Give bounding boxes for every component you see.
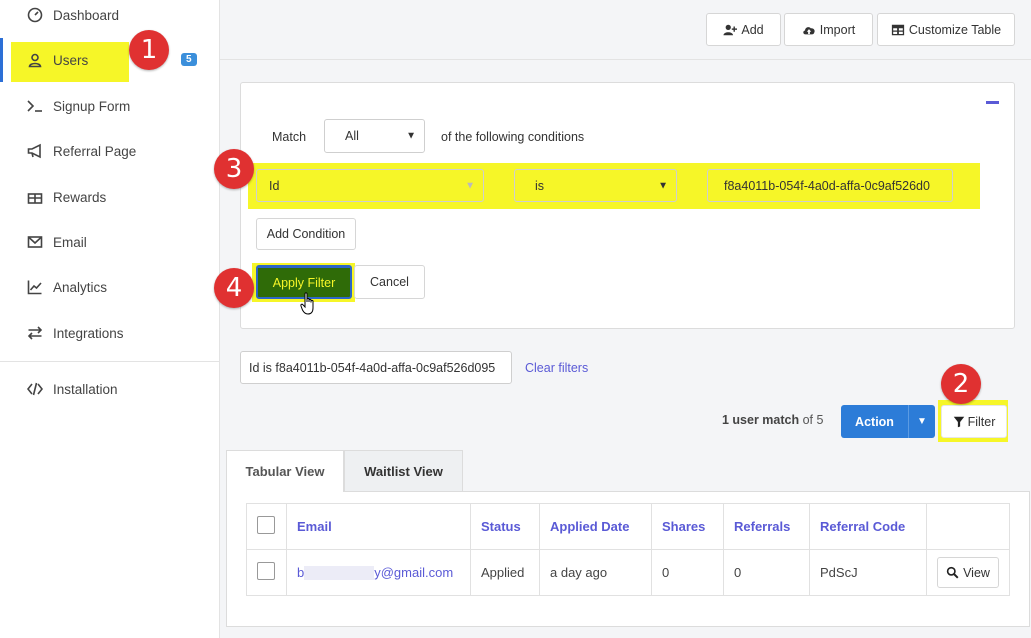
chart-line-icon xyxy=(26,278,44,296)
row-checkbox[interactable] xyxy=(257,562,275,580)
megaphone-icon xyxy=(26,142,44,160)
view-button[interactable]: View xyxy=(937,557,999,588)
sidebar-item-analytics[interactable]: Analytics xyxy=(0,265,219,309)
sidebar-item-email[interactable]: Email xyxy=(0,220,219,264)
sidebar-item-signup-form[interactable]: Signup Form xyxy=(0,84,219,128)
sidebar-item-label: Dashboard xyxy=(53,7,120,23)
condition-value-input[interactable]: f8a4011b-054f-4a0d-affa-0c9af526d0 xyxy=(707,169,953,202)
filter-icon xyxy=(953,416,964,427)
operator-select[interactable]: is ▼ xyxy=(514,169,677,202)
column-header-applied-date[interactable]: Applied Date xyxy=(539,503,652,550)
cloud-upload-icon xyxy=(803,26,815,34)
customize-table-button[interactable]: Customize Table xyxy=(877,13,1015,46)
sidebar: Dashboard Users 5 Signup Form Referral P… xyxy=(0,0,220,638)
table-header-row: Email Status Applied Date Shares Referra… xyxy=(246,503,1010,550)
column-header-email[interactable]: Email xyxy=(286,503,471,550)
chevron-down-icon: ▼ xyxy=(658,180,668,191)
tab-waitlist-view[interactable]: Waitlist View xyxy=(344,450,463,492)
sidebar-item-users[interactable]: Users 5 xyxy=(0,38,219,82)
match-label: Match xyxy=(272,130,307,144)
redacted-block xyxy=(304,566,375,581)
filter-button[interactable]: Filter xyxy=(941,405,1007,438)
user-icon xyxy=(26,51,44,69)
sidebar-item-label: Integrations xyxy=(53,325,124,341)
sidebar-item-dashboard[interactable]: Dashboard xyxy=(0,0,219,37)
dashboard-icon xyxy=(26,6,44,24)
sidebar-item-label: Email xyxy=(53,234,87,250)
sidebar-divider xyxy=(0,361,219,362)
sidebar-item-label: Referral Page xyxy=(53,143,137,159)
match-select[interactable]: All ▼ xyxy=(324,119,425,153)
sidebar-item-label: Analytics xyxy=(53,279,108,295)
sidebar-item-rewards[interactable]: Rewards xyxy=(0,175,219,219)
callout-4: 4 xyxy=(214,268,254,308)
hand-cursor-icon xyxy=(300,292,314,315)
sidebar-item-referral-page[interactable]: Referral Page xyxy=(0,129,219,173)
column-header-referral-code[interactable]: Referral Code xyxy=(809,503,927,550)
callout-2: 2 xyxy=(941,364,981,404)
exchange-icon xyxy=(26,324,44,342)
envelope-icon xyxy=(26,233,44,251)
add-condition-button[interactable]: Add Condition xyxy=(256,218,356,250)
shares-cell: 0 xyxy=(651,549,724,596)
action-dropdown-icon[interactable]: ▼ xyxy=(908,405,935,438)
users-table: Email Status Applied Date Shares Referra… xyxy=(246,503,1010,596)
sidebar-item-integrations[interactable]: Integrations xyxy=(0,311,219,355)
applied-date-cell: a day ago xyxy=(539,549,652,596)
clear-filters-link[interactable]: Clear filters xyxy=(525,361,588,375)
referral-code-cell: PdScJ xyxy=(809,549,927,596)
chevron-down-icon: ▼ xyxy=(465,180,475,191)
add-button[interactable]: Add xyxy=(706,13,781,46)
sidebar-item-label: Installation xyxy=(53,381,118,397)
sidebar-item-label: Signup Form xyxy=(53,98,131,114)
chevron-down-icon: ▼ xyxy=(406,130,416,142)
cancel-button[interactable]: Cancel xyxy=(354,265,425,299)
tab-tabular-view[interactable]: Tabular View xyxy=(226,450,344,492)
search-icon xyxy=(946,566,959,579)
user-plus-icon xyxy=(723,24,738,35)
email-cell[interactable]: b y@gmail.com xyxy=(286,549,471,596)
column-header-referrals[interactable]: Referrals xyxy=(723,503,810,550)
conditions-label: of the following conditions xyxy=(441,130,585,144)
action-button[interactable]: Action ▼ xyxy=(841,405,935,438)
field-select[interactable]: Id ▼ xyxy=(256,169,484,202)
import-button[interactable]: Import xyxy=(784,13,873,46)
match-count: 1 user match of 5 xyxy=(722,413,824,427)
column-header-shares[interactable]: Shares xyxy=(651,503,724,550)
sidebar-item-installation[interactable]: Installation xyxy=(0,367,219,411)
column-header-status[interactable]: Status xyxy=(470,503,540,550)
gift-icon xyxy=(26,188,44,206)
table-icon xyxy=(891,24,905,35)
table-row: b y@gmail.com Applied a day ago 0 0 PdScJ… xyxy=(246,549,1010,596)
code-icon xyxy=(26,380,44,398)
sidebar-item-label: Users xyxy=(53,52,89,68)
callout-3: 3 xyxy=(214,149,254,189)
active-filter-chip[interactable]: Id is f8a4011b-054f-4a0d-affa-0c9af526d0… xyxy=(240,351,512,384)
referrals-cell: 0 xyxy=(723,549,810,596)
sidebar-item-label: Rewards xyxy=(53,189,107,205)
users-count-badge: 5 xyxy=(181,53,197,66)
callout-1: 1 xyxy=(129,30,169,70)
collapse-filter-icon[interactable] xyxy=(986,101,999,104)
terminal-icon xyxy=(26,97,44,115)
column-header-actions xyxy=(926,503,1010,550)
status-cell: Applied xyxy=(470,549,540,596)
select-all-checkbox[interactable] xyxy=(257,516,275,534)
